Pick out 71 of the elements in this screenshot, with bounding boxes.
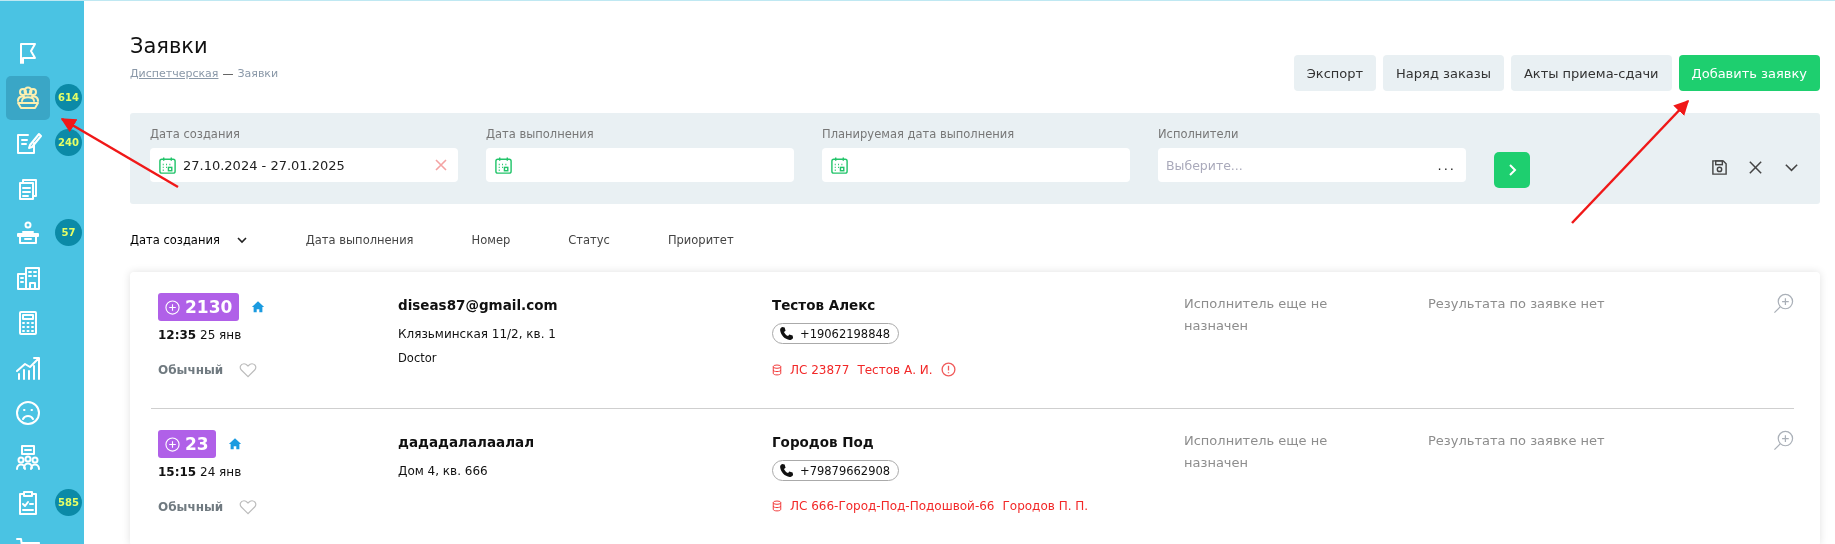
date-field[interactable]: 27.10.2024 - 27.01.2025 <box>150 148 458 182</box>
filter-label: Исполнители <box>1158 127 1240 141</box>
heart-icon[interactable] <box>239 499 258 515</box>
sort-option[interactable]: Статус <box>568 233 610 247</box>
count-badge: 585 <box>55 489 82 516</box>
date-field[interactable] <box>486 148 794 182</box>
save-icon[interactable] <box>1711 159 1728 176</box>
team-icon <box>14 444 42 472</box>
home-icon <box>227 437 242 451</box>
priority-label: Обычный <box>158 500 224 514</box>
result-text: Результата по заявке нет <box>1428 295 1606 313</box>
sidebar-item[interactable] <box>6 76 50 120</box>
phone-icon <box>779 463 794 478</box>
sort-option[interactable]: Номер <box>471 233 511 247</box>
building-icon <box>14 264 42 292</box>
executor-text: Исполнитель еще не назначен <box>1184 295 1329 335</box>
request-datetime: 15:15 24 янв <box>158 465 243 479</box>
chart-icon <box>14 354 42 382</box>
warning-icon <box>940 362 956 377</box>
caret-icon <box>235 234 248 246</box>
count-badge: 57 <box>55 219 82 246</box>
sad-face-icon <box>14 399 42 427</box>
request-number-badge[interactable]: 23 <box>158 430 216 458</box>
toolbar-button[interactable]: Наряд заказы <box>1383 55 1504 91</box>
result-text: Результата по заявке нет <box>1428 432 1606 450</box>
home-icon <box>251 300 266 314</box>
toolbar-button[interactable]: Акты приема-сдачи <box>1510 55 1672 91</box>
breadcrumb-separator: — <box>222 67 234 80</box>
toolbar-button[interactable]: Экспорт <box>1293 55 1377 91</box>
clear-icon[interactable] <box>434 158 448 172</box>
owner-name: Городов П. П. <box>1002 499 1089 513</box>
zoom-in-icon[interactable] <box>1773 293 1794 314</box>
sort-option[interactable]: Дата выполнения <box>305 233 414 247</box>
zoom-in-icon[interactable] <box>1773 430 1794 451</box>
executor-text: Исполнитель еще не назначен <box>1184 432 1329 472</box>
desk-icon <box>14 219 42 247</box>
heart-icon[interactable] <box>239 362 258 378</box>
breadcrumb-current: Заявки <box>237 67 279 80</box>
count-badge: 614 <box>55 84 82 111</box>
owner-name: Тестов А. И. <box>857 362 933 377</box>
note-text: Doctor <box>398 351 438 365</box>
sort-option[interactable]: Дата создания <box>130 233 248 247</box>
priority-label: Обычный <box>158 363 224 377</box>
sort-option[interactable]: Приоритет <box>667 233 734 247</box>
phone-icon <box>779 326 794 341</box>
filter-label: Дата создания <box>150 127 241 141</box>
apply-button[interactable] <box>1494 152 1530 188</box>
page-title: Заявки <box>130 33 209 59</box>
count-badge: 240 <box>55 129 82 156</box>
select-field[interactable]: Выберите... ... <box>1158 148 1466 182</box>
calendar-icon <box>158 155 177 175</box>
account-number[interactable]: ЛС 666-Город-Под-Подошвой-66 <box>790 499 995 513</box>
client-name: diseas87@gmail.com <box>398 297 559 313</box>
coins-icon <box>772 363 782 376</box>
account-number[interactable]: ЛС 23877 <box>790 362 850 377</box>
calendar-icon <box>830 155 849 175</box>
address-text: Дом 4, кв. 666 <box>398 464 489 478</box>
request-number-badge[interactable]: 2130 <box>158 293 240 321</box>
date-field[interactable] <box>822 148 1130 182</box>
client-name: дададалалаалал <box>398 434 536 450</box>
plus-circle-icon <box>165 299 180 315</box>
coins-icon <box>772 500 782 512</box>
plus-circle-icon <box>165 436 180 452</box>
contact-name: Тестов Алекс <box>772 297 877 313</box>
filter-label: Планируемая дата выполнения <box>822 127 1016 141</box>
request-datetime: 12:35 25 янв <box>158 328 243 342</box>
filter-label: Дата выполнения <box>486 127 595 141</box>
close-icon[interactable] <box>1747 159 1764 176</box>
calendar-icon <box>494 155 513 175</box>
address-text: Клязьминская 11/2, кв. 1 <box>398 327 557 341</box>
contact-name: Городов Под <box>772 434 875 450</box>
